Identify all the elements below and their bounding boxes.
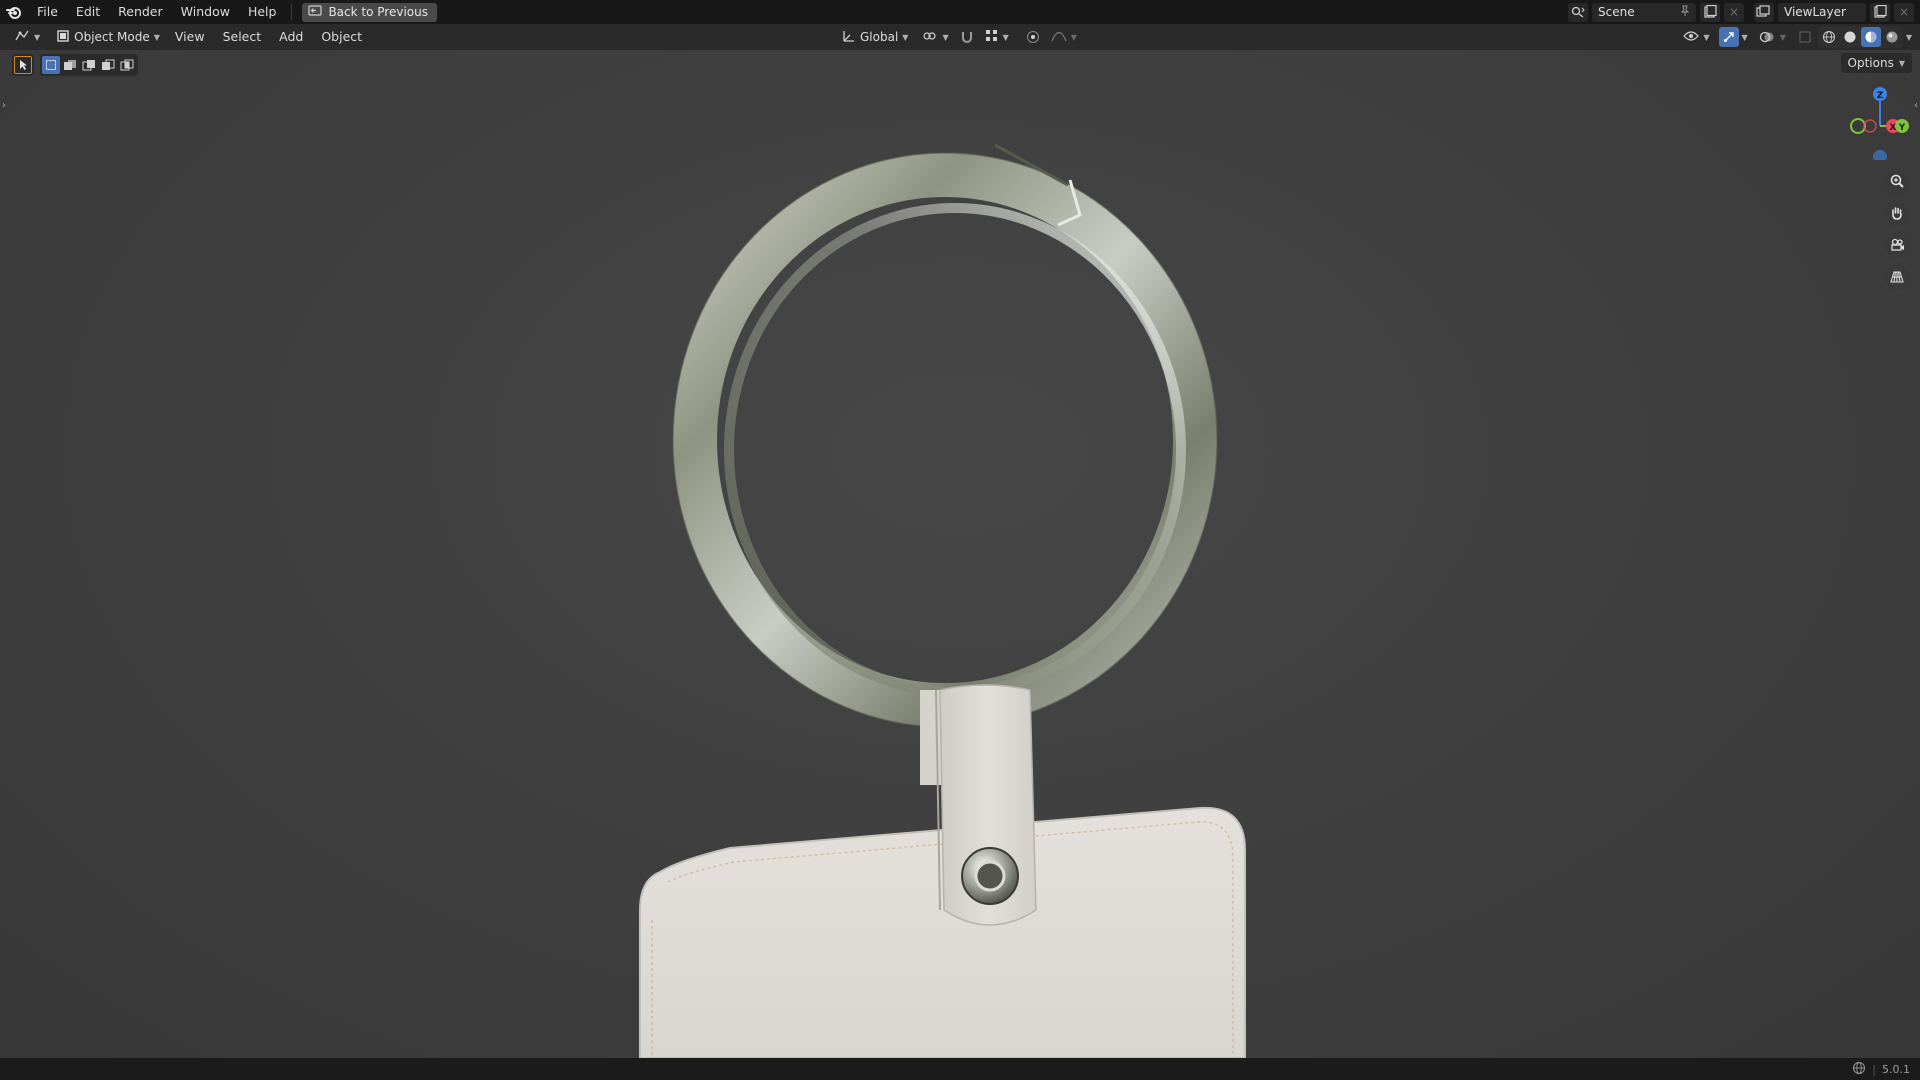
y-axis-label: Y — [1898, 123, 1906, 133]
falloff-curve-icon — [1051, 30, 1067, 45]
show-overlays-icon[interactable] — [1757, 27, 1777, 47]
tool-selection-row — [12, 54, 138, 76]
view-layer-name: ViewLayer — [1784, 5, 1846, 19]
navigation-gizmo[interactable]: Z X Y — [1830, 80, 1910, 160]
orientation-label: Global — [860, 30, 899, 44]
snap-toggle-icon[interactable] — [957, 27, 977, 47]
rendered-shading-icon[interactable] — [1882, 27, 1902, 47]
navigation-buttons — [1884, 168, 1910, 290]
viewport-header: ▼ Object Mode ▼ View Select Add Object G… — [0, 24, 1920, 50]
zoom-icon[interactable] — [1884, 168, 1910, 194]
status-bar: | 5.0.1 — [0, 1058, 1920, 1080]
scene-name-field[interactable]: Scene — [1592, 2, 1696, 22]
view-layer-selector-icon[interactable] — [1754, 2, 1774, 22]
chevron-down-icon: ▼ — [902, 32, 909, 42]
chevron-down-icon: ▼ — [1703, 32, 1710, 42]
network-globe-icon[interactable] — [1852, 1061, 1866, 1078]
z-axis-label: Z — [1877, 91, 1884, 101]
chevron-down-icon: ▼ — [1898, 58, 1905, 68]
solid-shading-icon[interactable] — [1840, 27, 1860, 47]
snap-grid-icon — [985, 29, 999, 46]
menu-render[interactable]: Render — [109, 0, 172, 24]
menu-object[interactable]: Object — [312, 24, 371, 50]
object-mode-label: Object Mode — [74, 30, 150, 44]
view-layer-field[interactable]: ViewLayer — [1778, 2, 1866, 22]
select-subtract-icon[interactable] — [80, 56, 98, 74]
selection-mode-box — [40, 54, 138, 76]
sidebar-expand-icon[interactable]: ‹ — [1914, 100, 1918, 111]
orthographic-grid-icon[interactable] — [1884, 264, 1910, 290]
back-to-previous-label: Back to Previous — [328, 5, 428, 19]
select-intersect-icon[interactable] — [118, 56, 136, 74]
chevron-down-icon: ▼ — [942, 32, 949, 42]
snap-target-dropdown[interactable]: ▼ — [979, 27, 1015, 47]
shading-mode-group — [1817, 26, 1903, 48]
new-scene-icon[interactable] — [1700, 2, 1720, 22]
scene-name: Scene — [1598, 5, 1635, 19]
3d-viewport-icon — [14, 29, 30, 46]
status-divider: | — [1872, 1062, 1876, 1076]
eye-icon — [1683, 30, 1700, 45]
chevron-down-icon: ▼ — [34, 32, 41, 42]
viewport-display-tools: ▼ ▼ ▼ ▼ — [1677, 24, 1912, 50]
selectability-visibility-dropdown[interactable]: ▼ — [1677, 27, 1715, 47]
chevron-down-icon: ▼ — [153, 32, 160, 42]
back-screen-icon — [308, 4, 323, 20]
delete-scene-icon[interactable]: × — [1724, 2, 1744, 22]
transform-orientation-dropdown[interactable]: Global ▼ — [836, 27, 914, 47]
negative-y-axis-icon — [1850, 118, 1866, 134]
editor-type-button[interactable]: ▼ — [8, 27, 46, 47]
menu-file[interactable]: File — [28, 0, 67, 24]
menu-window[interactable]: Window — [172, 0, 239, 24]
top-bar: File Edit Render Window Help Back to Pre… — [0, 0, 1920, 24]
negative-z-axis-icon — [1873, 150, 1887, 160]
keyring-model — [639, 143, 1246, 1058]
scene-controls: Scene × ViewLayer × — [1568, 0, 1920, 24]
select-tool-icon[interactable] — [14, 56, 32, 74]
camera-view-icon[interactable] — [1884, 232, 1910, 258]
select-invert-icon[interactable] — [99, 56, 117, 74]
pivot-point-dropdown[interactable]: ▼ — [916, 27, 954, 47]
pan-hand-icon[interactable] — [1884, 200, 1910, 226]
wireframe-shading-icon[interactable] — [1819, 27, 1839, 47]
blender-logo-icon[interactable] — [0, 0, 28, 24]
shading-chevron-down-icon[interactable]: ▼ — [1906, 33, 1912, 42]
proportional-falloff-dropdown[interactable]: ▼ — [1045, 27, 1083, 47]
divider — [291, 4, 293, 20]
xray-toggle-icon[interactable] — [1795, 27, 1815, 47]
options-label: Options — [1847, 56, 1894, 70]
gizmo-chevron-down-icon[interactable]: ▼ — [1742, 33, 1748, 42]
select-new-icon[interactable] — [42, 56, 60, 74]
overlays-chevron-down-icon[interactable]: ▼ — [1780, 33, 1786, 42]
menu-view[interactable]: View — [166, 24, 214, 50]
menu-edit[interactable]: Edit — [67, 0, 109, 24]
menu-add[interactable]: Add — [270, 24, 312, 50]
material-preview-shading-icon[interactable] — [1860, 27, 1881, 47]
proportional-editing-icon[interactable] — [1023, 27, 1043, 47]
object-mode-icon — [56, 29, 70, 46]
delete-view-layer-icon[interactable]: × — [1894, 2, 1914, 22]
object-mode-dropdown[interactable]: Object Mode ▼ — [50, 27, 166, 47]
select-extend-icon[interactable] — [61, 56, 79, 74]
select-tool-box — [12, 54, 34, 76]
orientation-axes-icon — [842, 29, 856, 46]
pin-icon[interactable] — [1680, 5, 1690, 20]
version-label: 5.0.1 — [1882, 1062, 1910, 1076]
new-view-layer-icon[interactable] — [1870, 2, 1890, 22]
chevron-down-icon: ▼ — [1002, 32, 1009, 42]
transform-tools: Global ▼ ▼ ▼ ▼ — [836, 24, 1083, 50]
toolbar-expand-icon[interactable]: › — [2, 100, 6, 111]
pivot-icon — [922, 29, 938, 46]
scene-selector-icon[interactable] — [1568, 2, 1588, 22]
options-dropdown[interactable]: Options ▼ — [1840, 53, 1912, 73]
back-to-previous-button[interactable]: Back to Previous — [302, 2, 437, 22]
chevron-down-icon: ▼ — [1070, 32, 1077, 42]
show-gizmo-icon[interactable] — [1718, 27, 1739, 47]
menu-select[interactable]: Select — [214, 24, 271, 50]
3d-viewport[interactable]: Options ▼ › ‹ Z X Y — [0, 50, 1920, 1058]
menu-help[interactable]: Help — [239, 0, 286, 24]
